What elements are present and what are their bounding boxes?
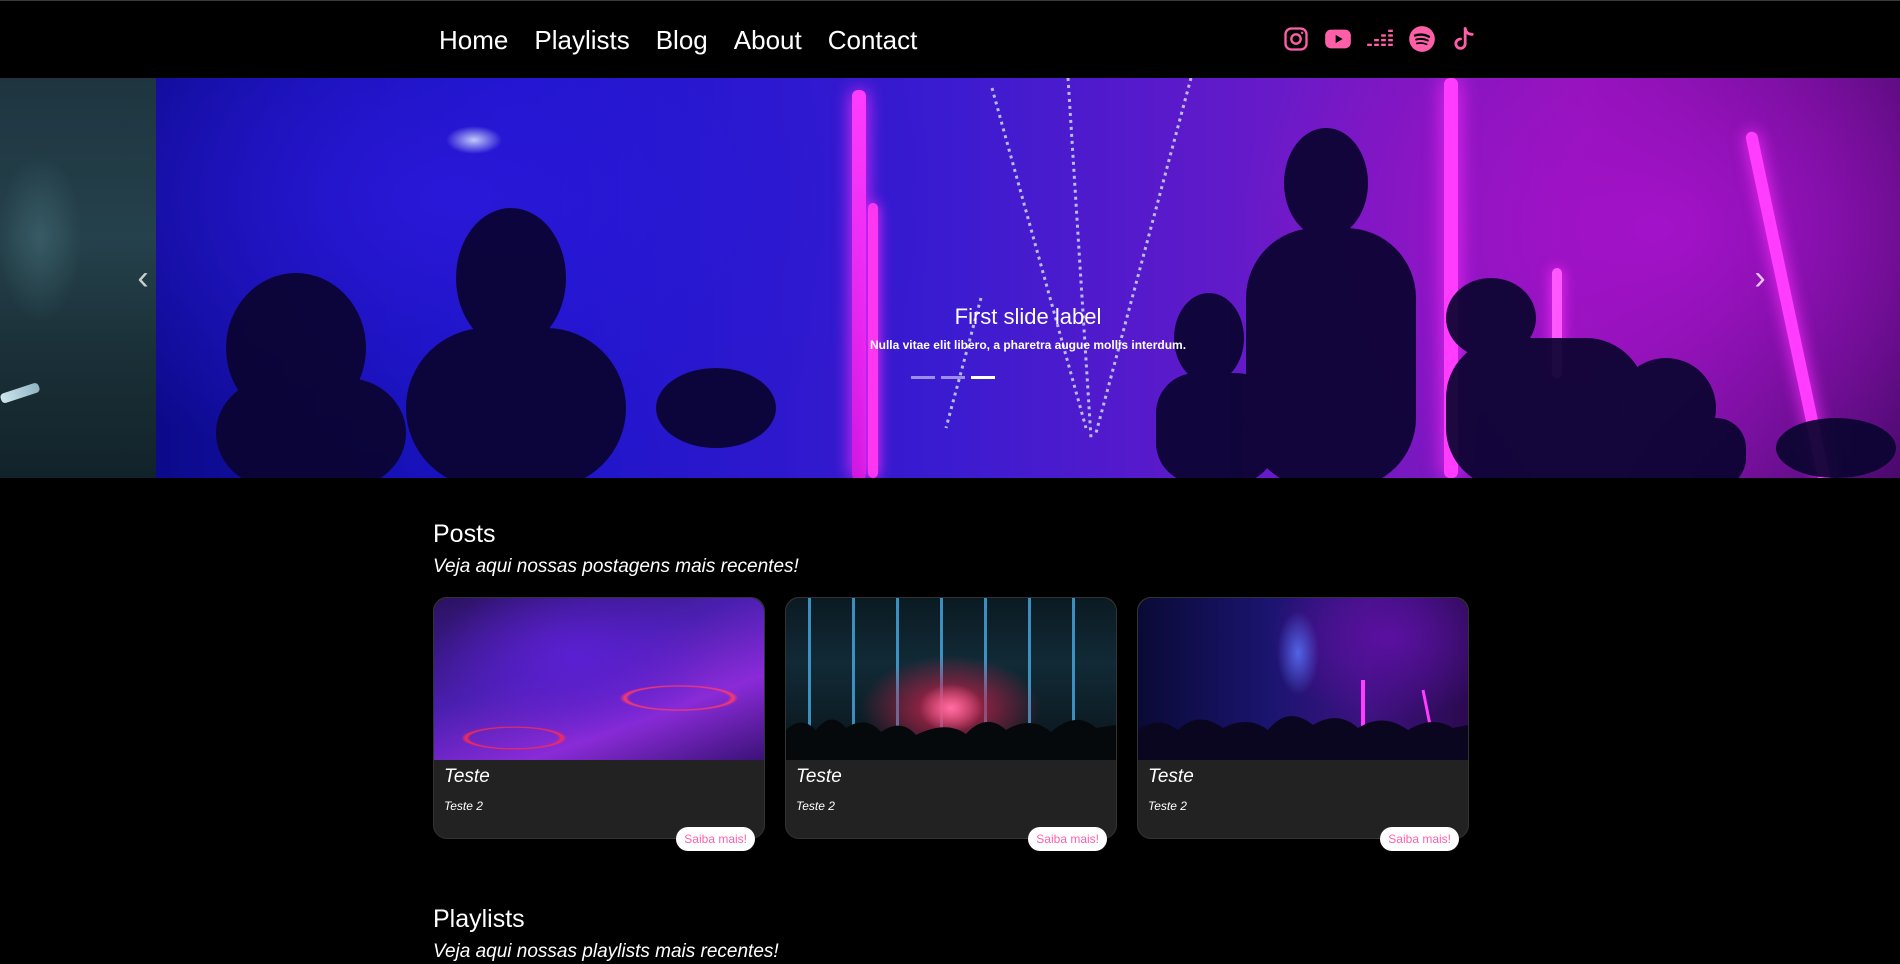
post-card-title: Teste [1148, 766, 1194, 787]
post-card: Teste Teste 2 Saiba mais! [433, 597, 765, 851]
instagram-icon[interactable] [1282, 25, 1310, 53]
crowd-silhouettes [1138, 680, 1468, 760]
posts-subtitle: Veja aqui nossas postagens mais recentes… [433, 556, 799, 577]
read-more-button[interactable]: Saiba mais! [1380, 827, 1459, 851]
post-card-image [1138, 598, 1468, 760]
carousel-indicator-active[interactable] [971, 376, 995, 379]
post-card: Teste Teste 2 Saiba mais! [785, 597, 1117, 851]
posts-cards: Teste Teste 2 Saiba mais! Teste Teste 2 … [433, 597, 1469, 851]
post-card-title: Teste [796, 766, 842, 787]
neon-tube [852, 90, 866, 478]
nav-link-about[interactable]: About [734, 23, 802, 57]
active-slide-image [156, 78, 1900, 478]
tiktok-icon[interactable] [1450, 25, 1478, 53]
deezer-icon[interactable] [1366, 25, 1394, 53]
playlists-title: Playlists [433, 905, 525, 933]
carousel-prev-button[interactable]: ‹ [128, 253, 158, 303]
post-card-text: Teste 2 [796, 799, 835, 813]
post-card-text: Teste 2 [1148, 799, 1187, 813]
slide-caption-text: Nulla vitae elit libero, a pharetra augu… [869, 338, 1187, 352]
read-more-button[interactable]: Saiba mais! [1028, 827, 1107, 851]
social-links [1282, 25, 1478, 53]
playlists-subtitle: Veja aqui nossas playlists mais recentes… [433, 941, 779, 962]
read-more-button[interactable]: Saiba mais! [676, 827, 755, 851]
cable-image-detail [0, 382, 41, 404]
post-card-title: Teste [444, 766, 490, 787]
post-card: Teste Teste 2 Saiba mais! [1137, 597, 1469, 851]
youtube-icon[interactable] [1324, 25, 1352, 53]
nav-link-contact[interactable]: Contact [828, 23, 918, 57]
crowd-silhouettes [216, 78, 1896, 478]
post-card-text: Teste 2 [444, 799, 483, 813]
carousel-next-button[interactable]: › [1745, 253, 1775, 303]
post-card-image [786, 598, 1116, 760]
nav-link-blog[interactable]: Blog [656, 23, 708, 57]
chevron-right-icon: › [1754, 259, 1766, 297]
nav-links: Home Playlists Blog About Contact [439, 23, 943, 57]
crowd-silhouettes [786, 719, 1116, 760]
carousel-indicators [911, 376, 995, 379]
spotify-icon[interactable] [1408, 25, 1436, 53]
slide-caption: First slide label Nulla vitae elit liber… [156, 302, 1900, 352]
post-card-image [434, 598, 764, 760]
chevron-left-icon: ‹ [137, 259, 149, 297]
navbar: Home Playlists Blog About Contact [0, 0, 1900, 78]
neon-tube [1444, 78, 1458, 478]
carousel-indicator[interactable] [911, 376, 935, 379]
posts-title: Posts [433, 520, 496, 548]
slide-caption-title: First slide label [954, 304, 1102, 329]
hero-carousel: ‹ › [0, 78, 1900, 478]
carousel-indicator[interactable] [941, 376, 965, 379]
nav-link-playlists[interactable]: Playlists [534, 23, 629, 57]
nav-link-home[interactable]: Home [439, 23, 508, 57]
